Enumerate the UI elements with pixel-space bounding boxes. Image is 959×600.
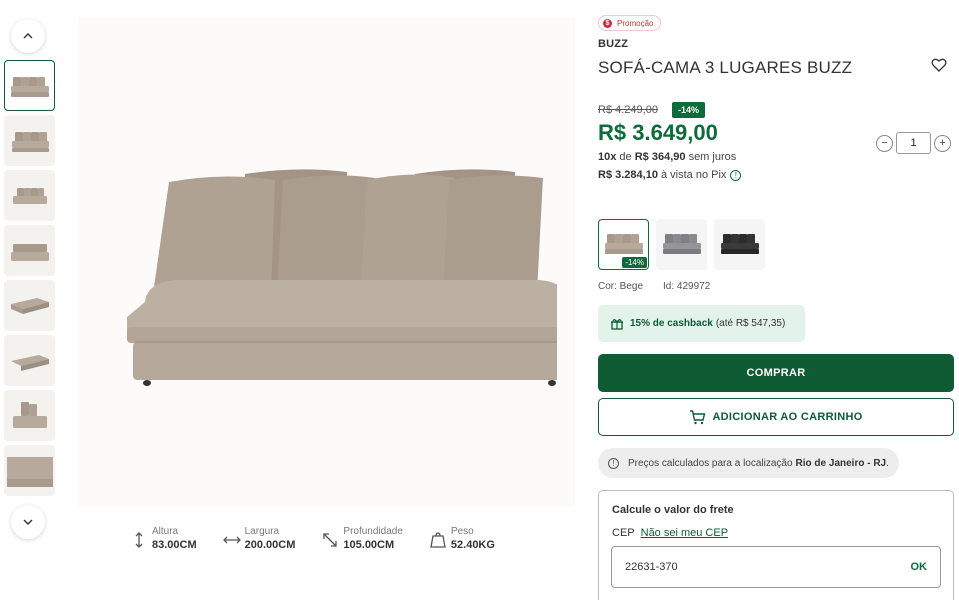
add-to-cart-label: ADICIONAR AO CARRINHO (712, 411, 863, 423)
product-id: Id: 429972 (663, 281, 711, 292)
dimension-label: Peso (450, 526, 474, 537)
color-label: Cor: Bege (598, 281, 644, 292)
info-icon: ! (608, 457, 619, 469)
dimension-label: Profundidade (343, 526, 403, 537)
dimension-value: 105.00CM (343, 539, 395, 551)
chevron-up-icon (23, 33, 33, 39)
installment-value: R$ 364,90 (634, 151, 686, 163)
product-page: Altura 83.00CM Largura 200.00CM Profundi… (0, 0, 959, 600)
quantity-decrease-button[interactable]: − (876, 134, 893, 152)
dimension-weight: Peso 52.40KG (429, 525, 495, 553)
installments-info: 10x de R$ 364,90 sem juros (598, 151, 736, 163)
location-suffix: . (886, 457, 889, 469)
product-meta: Cor: Bege Id: 429972 (598, 281, 710, 292)
sofa-beige-swatch-icon (604, 233, 643, 254)
quantity-input[interactable]: 1 (896, 132, 931, 154)
dimension-label: Altura (152, 526, 179, 537)
dimensions-row: Altura 83.00CM Largura 200.00CM Profundi… (130, 525, 521, 553)
freight-calculator: Calcule o valor do frete CEP Não sei meu… (598, 490, 954, 600)
sofa-side-thumbnail-icon (12, 187, 47, 204)
gallery-thumbnail[interactable] (4, 335, 55, 386)
sofa-black-swatch-icon (720, 233, 759, 254)
swatch-gray[interactable] (656, 219, 707, 270)
gallery-down-button[interactable] (11, 505, 45, 539)
gallery-thumbnail[interactable] (4, 390, 55, 441)
sofa-bed-side-thumbnail-icon (10, 354, 49, 371)
swatch-discount-badge: -14% (622, 257, 647, 268)
sofa-angle-thumbnail-icon (11, 131, 49, 152)
gallery-up-button[interactable] (11, 19, 45, 53)
cep-input[interactable]: 22631-370 OK (611, 546, 941, 588)
color-swatches: -14% (598, 219, 772, 270)
buy-button[interactable]: COMPRAR (598, 354, 954, 392)
discount-badge: -14% (672, 102, 706, 118)
quantity-stepper: − 1 + (876, 132, 951, 154)
product-main-image[interactable] (78, 17, 575, 507)
cep-value: 22631-370 (625, 561, 678, 573)
dimension-depth: Profundidade 105.00CM (321, 525, 403, 553)
dimension-label: Largura (244, 526, 280, 537)
gallery-thumbnail[interactable] (4, 60, 55, 111)
heart-icon[interactable] (931, 57, 947, 73)
cart-icon (690, 410, 706, 425)
pix-price: R$ 3.284,10 (598, 169, 658, 181)
dimension-value: 200.00CM (244, 539, 296, 551)
dimension-width: Largura 200.00CM (222, 525, 296, 553)
product-brand[interactable]: BUZZ (598, 38, 628, 50)
sofa-front-thumbnail-icon (10, 76, 49, 97)
dimension-value: 52.40KG (450, 539, 495, 551)
pix-suffix: à vista no Pix (661, 169, 727, 181)
location-place: Rio de Janeiro - RJ (795, 457, 887, 469)
swatch-black[interactable] (714, 219, 765, 270)
quantity-increase-button[interactable]: + (934, 134, 951, 152)
location-notice: ! Preços calculados para a localização R… (598, 448, 899, 478)
promo-badge: $ Promoção (598, 15, 662, 31)
gallery-thumbnail[interactable] (4, 445, 55, 496)
swatch-beige[interactable]: -14% (598, 219, 649, 270)
height-arrow-icon (135, 532, 143, 548)
cashback-badge: 15% de cashback (até R$ 547,35) (598, 305, 805, 342)
gallery-thumbnail[interactable] (4, 115, 55, 166)
chevron-down-icon (23, 519, 33, 525)
cashback-detail: (até R$ 547,35) (715, 318, 786, 329)
pix-price-info: R$ 3.284,10 à vista no Pix ! (598, 169, 742, 181)
gallery-thumbnail[interactable] (4, 170, 55, 221)
sofa-pillows-thumbnail-icon (12, 401, 47, 428)
cashback-gift-icon (611, 318, 623, 330)
old-price: R$ 4.249,00 (598, 104, 658, 116)
cep-label: CEP (612, 527, 635, 539)
sofa-bed-open-thumbnail-icon (10, 297, 49, 314)
dimension-height: Altura 83.00CM (130, 525, 197, 553)
promo-dollar-icon: $ (603, 18, 612, 28)
width-arrow-icon (222, 536, 241, 544)
info-icon[interactable]: ! (730, 169, 742, 181)
sofa-gray-swatch-icon (662, 233, 701, 254)
sofa-detail-thumbnail-icon (6, 456, 53, 487)
depth-arrow-icon (323, 533, 338, 547)
promo-label: Promoção (617, 18, 654, 28)
installments-count: 10x (598, 151, 617, 163)
sofa-bed-image (126, 169, 557, 386)
gallery-thumbnail[interactable] (4, 280, 55, 331)
installments-suffix: sem juros (688, 151, 737, 163)
weight-icon (430, 532, 446, 548)
sofa-back-thumbnail-icon (10, 243, 49, 261)
add-to-cart-button[interactable]: ADICIONAR AO CARRINHO (598, 398, 954, 436)
cep-ok-button[interactable]: OK (911, 561, 928, 573)
freight-title: Calcule o valor do frete (612, 504, 734, 516)
product-title: SOFÁ-CAMA 3 LUGARES BUZZ (598, 58, 853, 77)
unknown-cep-link[interactable]: Não sei meu CEP (641, 527, 728, 539)
dimension-value: 83.00CM (152, 539, 197, 551)
cashback-highlight: 15% de cashback (630, 318, 713, 329)
location-text: Preços calculados para a localização (628, 457, 793, 469)
cep-row: CEP Não sei meu CEP (612, 527, 728, 539)
gallery-thumbnail[interactable] (4, 225, 55, 276)
current-price: R$ 3.649,00 (598, 120, 718, 145)
installments-of: de (619, 151, 632, 163)
